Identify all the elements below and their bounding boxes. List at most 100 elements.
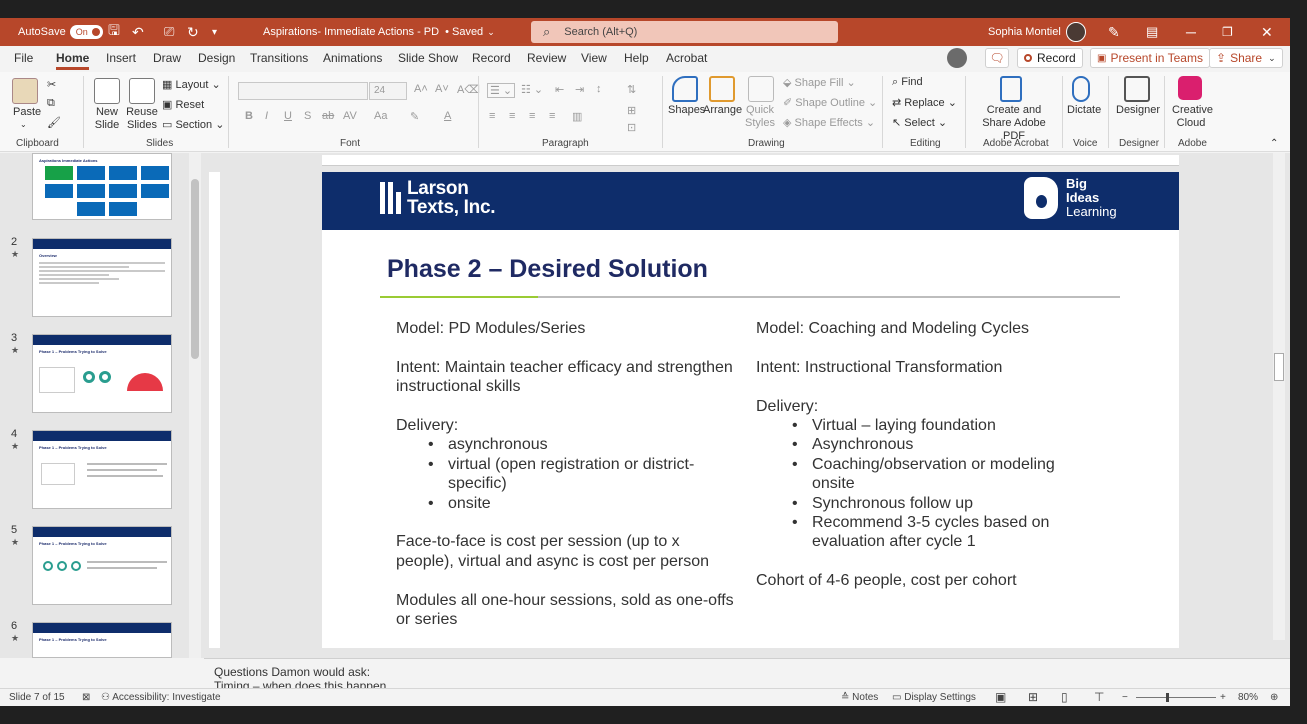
font-name-input[interactable] <box>238 82 368 100</box>
slide-canvas[interactable]: Larson Texts, Inc. Big Ideas Learning Ph… <box>322 172 1179 648</box>
section-button[interactable]: ▭ Section ⌄ <box>162 118 224 131</box>
shapes-button[interactable]: Shapes <box>668 104 705 116</box>
paste-icon[interactable] <box>12 78 38 104</box>
tab-draw[interactable]: Draw <box>153 51 181 65</box>
user-name[interactable]: Sophia Montiel <box>988 18 1061 46</box>
minimize-icon[interactable]: ─ <box>1186 18 1196 46</box>
tab-slide-show[interactable]: Slide Show <box>398 51 458 65</box>
bold-icon[interactable]: B <box>245 110 253 122</box>
character-spacing-icon[interactable]: AV <box>343 110 357 122</box>
change-case-button[interactable]: Aa <box>374 110 387 122</box>
undo-icon[interactable]: ↶ <box>132 18 144 46</box>
user-avatar[interactable] <box>1066 18 1086 46</box>
align-center-icon[interactable]: ≡ <box>509 110 515 122</box>
present-in-teams-button[interactable]: ▣ Present in Teams <box>1090 48 1210 68</box>
customize-toolbar-icon[interactable]: ▾ <box>212 18 217 46</box>
notes-button[interactable]: ≙ Notes <box>841 692 878 703</box>
share-button[interactable]: ⇪ Share ⌄ <box>1209 48 1283 68</box>
decrease-indent-icon[interactable]: ⇤ <box>555 83 564 96</box>
slide-thumbnail[interactable]: Phase 1 – Problems Trying to Solve <box>32 334 172 413</box>
justify-icon[interactable]: ≡ <box>549 110 555 122</box>
start-from-beginning-icon[interactable]: ⎚ <box>164 18 174 46</box>
zoom-level[interactable]: 80% <box>1238 692 1258 703</box>
reuse-slides-icon[interactable] <box>129 78 155 104</box>
reuse-slides-button[interactable]: Reuse Slides <box>124 106 160 132</box>
left-text-column[interactable]: Model: PD Modules/Series Intent: Maintai… <box>396 319 736 629</box>
redo-icon[interactable]: ↻ <box>187 18 199 46</box>
display-settings-button[interactable]: ▭ Display Settings <box>892 692 976 703</box>
ribbon-display-icon[interactable]: ▤ <box>1146 18 1158 46</box>
find-button[interactable]: ⌕ Find <box>892 76 923 89</box>
quick-styles-button[interactable]: Quick Styles <box>741 104 779 130</box>
tab-record[interactable]: Record <box>472 51 511 65</box>
shape-effects-button[interactable]: ◈ Shape Effects ⌄ <box>783 116 875 129</box>
designer-button[interactable]: Designer <box>1116 104 1160 116</box>
slide-sorter-icon[interactable]: ⊞ <box>1028 690 1038 704</box>
clear-formatting-icon[interactable]: A⌫ <box>457 83 480 96</box>
format-painter-icon[interactable]: 🖌 <box>47 116 61 129</box>
shape-outline-button[interactable]: ✐ Shape Outline ⌄ <box>783 96 877 109</box>
tab-insert[interactable]: Insert <box>106 51 136 65</box>
autosave-control[interactable]: AutoSave On <box>18 18 103 46</box>
strikethrough-icon[interactable]: ab <box>322 110 334 122</box>
new-slide-button[interactable]: New Slide <box>89 106 125 132</box>
decrease-font-icon[interactable]: A˅ <box>435 83 449 95</box>
tab-transitions[interactable]: Transitions <box>250 51 308 65</box>
slide-title[interactable]: Phase 2 – Desired Solution <box>387 255 708 284</box>
tab-view[interactable]: View <box>581 51 607 65</box>
zoom-in-icon[interactable]: + <box>1220 692 1226 703</box>
copy-icon[interactable]: ⧉ <box>47 97 55 110</box>
autosave-toggle[interactable]: On <box>69 25 103 39</box>
zoom-out-icon[interactable]: − <box>1122 692 1128 703</box>
paste-button[interactable]: Paste <box>13 106 41 118</box>
shape-fill-button[interactable]: ⬙ Shape Fill ⌄ <box>783 76 856 89</box>
creative-cloud-button[interactable]: Creative Cloud <box>1172 104 1213 130</box>
chevron-down-icon[interactable]: ⌄ <box>20 120 27 129</box>
search-box[interactable]: ⌕ Search (Alt+Q) <box>531 21 838 43</box>
arrange-icon[interactable] <box>709 76 735 102</box>
bullets-icon[interactable]: ☰ ⌄ <box>487 83 516 98</box>
comments-button[interactable]: 🗨 <box>985 48 1009 68</box>
accessibility-button[interactable]: ⚇ Accessibility: Investigate <box>101 692 221 703</box>
tab-animations[interactable]: Animations <box>323 51 382 65</box>
designer-icon[interactable] <box>1124 76 1150 102</box>
tab-file[interactable]: File <box>14 51 33 65</box>
normal-view-icon[interactable]: ▣ <box>995 690 1006 704</box>
smartart-icon[interactable]: ⊡ <box>627 121 636 134</box>
numbering-icon[interactable]: ☷ ⌄ <box>521 83 543 96</box>
fit-to-window-icon[interactable]: ⊕ <box>1270 692 1278 703</box>
save-icon[interactable]: 🖫 <box>108 18 120 46</box>
microphone-icon[interactable] <box>1072 76 1090 102</box>
document-title[interactable]: Aspirations- Immediate Actions - PD • Sa… <box>263 18 495 46</box>
pen-icon[interactable]: ✎ <box>1108 18 1120 46</box>
slide-thumbnail[interactable]: Overview <box>32 238 172 317</box>
replace-button[interactable]: ⇄ Replace ⌄ <box>892 96 957 109</box>
align-left-icon[interactable]: ≡ <box>489 110 495 122</box>
highlight-icon[interactable]: ✎ <box>410 110 419 123</box>
tab-help[interactable]: Help <box>624 51 649 65</box>
reading-view-icon[interactable]: ▯ <box>1061 690 1068 704</box>
slide-thumbnail[interactable]: Aspirations Immediate Actions <box>32 153 172 220</box>
creative-cloud-icon[interactable] <box>1178 76 1202 100</box>
tab-review[interactable]: Review <box>527 51 566 65</box>
font-size-input[interactable]: 24 <box>369 82 407 100</box>
line-spacing-icon[interactable]: ↕ <box>596 83 602 95</box>
italic-icon[interactable]: I <box>265 110 268 122</box>
increase-font-icon[interactable]: A˄ <box>414 83 428 95</box>
text-direction-icon[interactable]: ⇅ <box>627 83 636 96</box>
quick-styles-icon[interactable] <box>748 76 774 102</box>
font-color-icon[interactable]: A <box>444 110 451 122</box>
adobe-pdf-icon[interactable] <box>1000 76 1022 102</box>
slide-thumbnail[interactable]: Phase 1 – Problems Trying to Solve <box>32 430 172 509</box>
record-button[interactable]: Record <box>1017 48 1083 68</box>
tab-design[interactable]: Design <box>198 51 235 65</box>
new-slide-icon[interactable] <box>94 78 120 104</box>
cut-icon[interactable]: ✂ <box>47 78 56 91</box>
tab-acrobat[interactable]: Acrobat <box>666 51 707 65</box>
right-text-column[interactable]: Model: Coaching and Modeling Cycles Inte… <box>756 319 1086 591</box>
increase-indent-icon[interactable]: ⇥ <box>575 83 584 96</box>
account-avatar[interactable] <box>947 48 967 68</box>
columns-icon[interactable]: ▥ <box>572 110 582 123</box>
slide-scrollbar[interactable] <box>1273 153 1285 640</box>
dictate-button[interactable]: Dictate <box>1067 104 1101 116</box>
